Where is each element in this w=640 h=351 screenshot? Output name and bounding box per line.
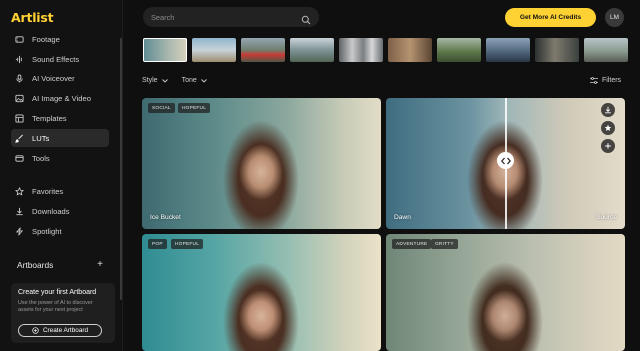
lut-card[interactable]: POP HOPEFUL	[142, 234, 381, 351]
filters-button[interactable]: Filters	[590, 77, 621, 84]
sidebar-item-tools[interactable]: Tools	[11, 149, 109, 167]
thumbnail-market[interactable]	[388, 38, 432, 62]
create-artboard-button[interactable]: Create Artboard	[18, 324, 102, 337]
templates-icon	[15, 113, 24, 123]
plus-circle-icon	[32, 327, 39, 334]
sidebar-item-templates[interactable]: Templates	[11, 109, 109, 127]
search-input[interactable]	[151, 11, 291, 23]
tag-hopeful: HOPEFUL	[171, 239, 204, 249]
sidebar-item-label: AI Image & Video	[32, 93, 91, 103]
thumbnail-portrait[interactable]	[143, 38, 187, 62]
sidebar-item-label: Favorites	[32, 186, 64, 196]
lut-name: Dawn	[394, 214, 411, 221]
microphone-icon	[15, 73, 24, 83]
thumbnail-city[interactable]	[339, 38, 383, 62]
artboard-card-description: Use the power of AI to discover assets f…	[18, 300, 93, 314]
tag-gritty: GRITTY	[431, 239, 458, 249]
arrows-horizontal-icon	[500, 157, 511, 165]
lut-card[interactable]: ADVENTURE GRITTY	[386, 234, 625, 351]
waveform-icon	[15, 55, 24, 64]
thumbnail-man[interactable]	[535, 38, 579, 62]
star-icon	[604, 124, 612, 132]
sidebar-item-label: Sound Effects	[32, 54, 80, 64]
download-icon	[15, 207, 24, 216]
chevron-down-icon	[161, 78, 168, 83]
sidebar-item-footage[interactable]: Footage	[11, 30, 109, 48]
favorite-button[interactable]	[601, 121, 615, 135]
lut-name: Ice Bucket	[150, 214, 181, 221]
sidebar-item-label: Templates	[32, 113, 67, 123]
thumbnail-street[interactable]	[486, 38, 530, 62]
portrait-image	[222, 120, 300, 229]
thumbnail-beach[interactable]	[192, 38, 236, 62]
create-artboard-label: Create Artboard	[42, 327, 89, 334]
compare-slider-handle[interactable]	[497, 152, 514, 169]
plus-icon	[604, 142, 612, 150]
thumbnail-road[interactable]	[584, 38, 628, 62]
sidebar-item-favorites[interactable]: Favorites	[11, 182, 109, 200]
sidebar-item-label: Footage	[32, 34, 60, 44]
film-icon	[15, 35, 24, 44]
image-icon	[15, 94, 24, 103]
tag-social: SOCIAL	[148, 103, 175, 113]
artboard-card-title: Create your first Artboard	[18, 289, 97, 296]
tag-pop: POP	[148, 239, 167, 249]
tone-label: Tone	[181, 77, 197, 84]
chevron-down-icon	[200, 78, 207, 83]
search-bar	[143, 7, 319, 27]
filters-label: Filters	[602, 77, 622, 84]
download-button[interactable]	[601, 103, 615, 117]
brush-icon	[15, 134, 24, 143]
style-label: Style	[142, 77, 158, 84]
sidebar-item-label: Spotlight	[32, 226, 62, 236]
tone-dropdown[interactable]: Tone	[182, 77, 207, 84]
artboard-card: Create your first Artboard Use the power…	[11, 283, 115, 343]
star-icon	[15, 186, 24, 196]
plus-icon: +	[97, 259, 103, 270]
get-ai-credits-button[interactable]: Get More AI Credits	[505, 8, 596, 27]
sidebar: Artlist Footage Sound Effects AI Voiceov…	[0, 0, 123, 351]
sidebar-item-ai-image-video[interactable]: AI Image & Video	[11, 89, 109, 107]
sidebar-item-sound-effects[interactable]: Sound Effects	[11, 50, 109, 68]
add-to-artboard-button[interactable]	[601, 139, 615, 153]
portrait-image	[466, 258, 544, 351]
thumbnail-forest[interactable]	[437, 38, 481, 62]
sliders-icon	[590, 77, 598, 84]
sidebar-item-label: Downloads	[32, 206, 70, 216]
sidebar-scrollbar[interactable]	[120, 38, 122, 300]
sidebar-item-spotlight[interactable]: Spotlight	[11, 222, 109, 240]
sidebar-item-label: Tools	[32, 153, 50, 163]
tools-icon	[15, 154, 24, 163]
download-icon	[604, 106, 612, 114]
sidebar-item-ai-voiceover[interactable]: AI Voiceover	[11, 69, 109, 87]
sidebar-item-downloads[interactable]: Downloads	[11, 202, 109, 220]
sidebar-item-label: LUTs	[32, 133, 50, 143]
tag-hopeful: HOPEFUL	[178, 103, 211, 113]
lightning-icon	[15, 226, 24, 236]
portrait-image	[222, 258, 300, 351]
style-dropdown[interactable]: Style	[142, 77, 168, 84]
artlist-logo[interactable]: Artlist	[11, 10, 54, 25]
thumbnail-car[interactable]	[241, 38, 285, 62]
search-icon[interactable]	[301, 12, 311, 25]
artboards-header: Artboards +	[17, 260, 105, 271]
add-artboard-button[interactable]: +	[95, 260, 105, 270]
sidebar-item-luts[interactable]: LUTs	[11, 129, 109, 147]
thumbnail-strip	[143, 38, 628, 62]
sidebar-item-label: AI Voiceover	[32, 73, 75, 83]
artboards-title: Artboards	[17, 260, 54, 270]
lut-card[interactable]: SOCIAL HOPEFUL Ice Bucket	[142, 98, 381, 229]
filter-row: Style Tone	[142, 77, 207, 84]
user-avatar[interactable]: LM	[605, 8, 624, 27]
thumbnail-mountains[interactable]	[290, 38, 334, 62]
source-label: Source	[596, 214, 617, 221]
tag-adventure: ADVENTURE	[392, 239, 432, 249]
